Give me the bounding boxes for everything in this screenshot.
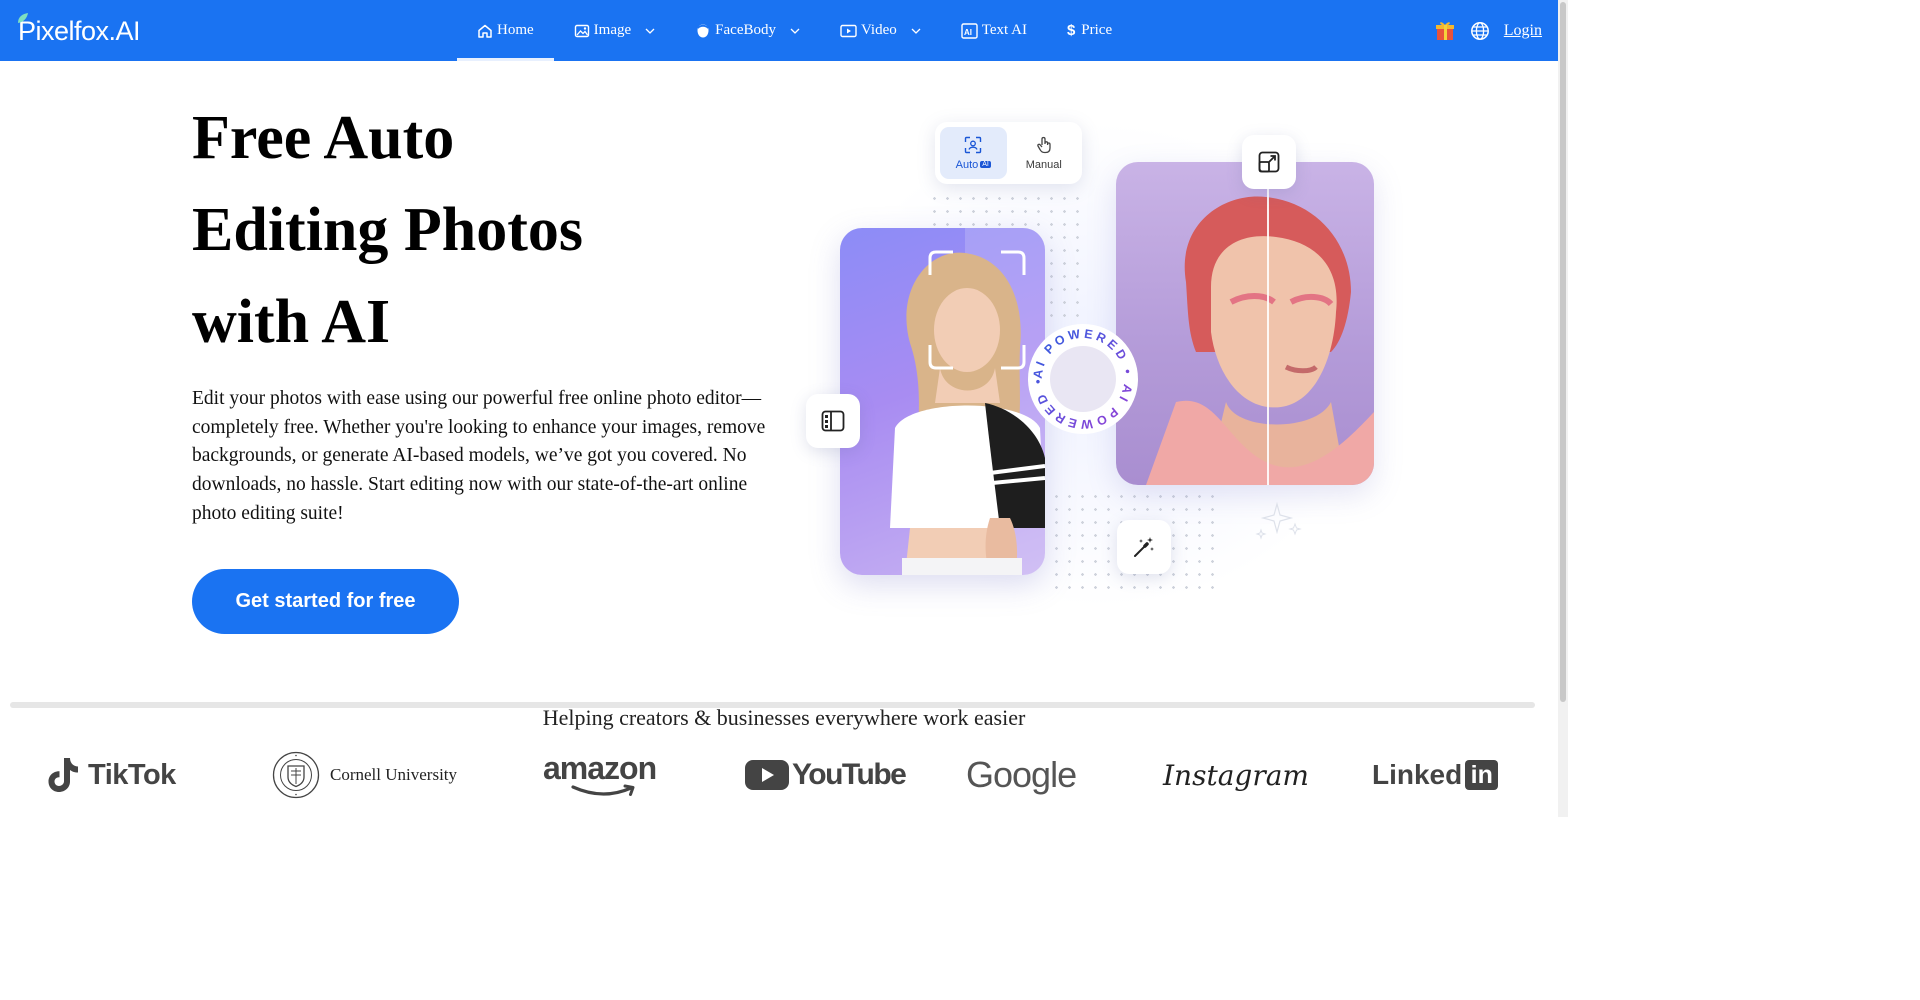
hero-illustration: Auto AI Manual AI POWERED • AI POWERED • xyxy=(790,100,1390,615)
compare-icon xyxy=(821,410,845,432)
nav-item-label: Video xyxy=(860,22,897,38)
mode-auto-label: Auto xyxy=(955,158,979,171)
nav-item-video[interactable]: Video xyxy=(820,0,941,61)
magic-wand-icon xyxy=(1134,537,1154,557)
nav-item-label: Home xyxy=(497,22,534,38)
vertical-scrollbar[interactable] xyxy=(1558,0,1568,817)
svg-text:AI: AI xyxy=(964,28,972,37)
youtube-logo: YouTube xyxy=(745,745,907,805)
nav-item-image[interactable]: Image xyxy=(554,0,675,61)
hero-description: Edit your photos with ease using our pow… xyxy=(192,388,766,524)
expand-icon xyxy=(1258,151,1280,173)
hero-title-line: with AI xyxy=(192,288,391,356)
dollar-icon: $ xyxy=(1066,22,1076,39)
leaf-icon xyxy=(18,13,28,23)
image-icon xyxy=(574,24,589,37)
nav-item-label: Image xyxy=(593,22,632,38)
face-detection-frame xyxy=(928,250,1026,370)
scrollbar-thumb[interactable] xyxy=(1560,2,1566,702)
tiktok-logo: TikTok xyxy=(46,745,176,805)
hand-pointer-icon xyxy=(1036,136,1051,153)
compare-button[interactable] xyxy=(806,394,860,448)
tiktok-icon xyxy=(48,758,78,792)
partners-heading: Helping creators & businesses everywhere… xyxy=(542,705,1026,730)
mode-manual-button[interactable]: Manual xyxy=(1011,127,1078,179)
linkedin-in-box: in xyxy=(1465,760,1499,790)
login-link[interactable]: Login xyxy=(1504,22,1542,40)
cornell-label: Cornell University xyxy=(330,765,458,784)
home-icon xyxy=(478,24,492,38)
youtube-play-icon xyxy=(745,760,789,790)
magic-wand-button[interactable] xyxy=(1117,520,1171,574)
partner-logos: TikTok Cornell University amazon YouTube… xyxy=(0,745,1568,805)
hero-title-line: Free Auto xyxy=(192,104,455,172)
brand-name: Pixelfox.AI xyxy=(18,16,141,46)
chevron-down-icon xyxy=(790,28,800,34)
face-scan-icon xyxy=(965,136,982,153)
page: Pixelfox.AI Home Image FaceBody Video AI… xyxy=(0,0,1568,817)
amazon-logo: amazon xyxy=(543,745,657,805)
mode-toggle: Auto AI Manual xyxy=(935,122,1082,184)
nav-item-label: Text AI xyxy=(981,22,1027,38)
instagram-logo: Instagram xyxy=(1163,745,1309,805)
nav-item-label: FaceBody xyxy=(715,22,776,38)
face-icon xyxy=(697,24,709,37)
text-ai-icon: AI xyxy=(961,22,978,39)
linkedin-logo: Linked in xyxy=(1372,745,1499,805)
after-photo-card xyxy=(1116,162,1374,485)
chevron-down-icon xyxy=(645,28,655,34)
hero-title: Free Auto Editing Photos with AI xyxy=(192,92,752,368)
youtube-label: YouTube xyxy=(792,758,907,791)
nav-item-label: Price xyxy=(1081,22,1113,38)
nav-item-home[interactable]: Home xyxy=(457,0,554,61)
top-nav: Pixelfox.AI Home Image FaceBody Video AI… xyxy=(0,0,1558,61)
hero-title-line: Editing Photos xyxy=(192,196,584,264)
google-label: Google xyxy=(966,754,1077,795)
amazon-smile-icon xyxy=(571,784,635,796)
nav-item-text-ai[interactable]: AI Text AI xyxy=(941,0,1047,61)
gift-icon[interactable] xyxy=(1434,20,1456,42)
mode-auto-button[interactable]: Auto AI xyxy=(940,127,1007,179)
sparkle-icon xyxy=(1255,501,1302,540)
portrait-woman-red-hair xyxy=(1146,162,1374,485)
linkedin-label: Linked xyxy=(1372,759,1463,790)
nav-item-price[interactable]: $ Price xyxy=(1047,0,1132,61)
chevron-down-icon xyxy=(911,28,921,34)
expand-button[interactable] xyxy=(1242,135,1296,189)
ai-powered-badge: AI POWERED • AI POWERED • xyxy=(1028,324,1138,434)
nav-menu: Home Image FaceBody Video AI Text AI $ P… xyxy=(457,0,1132,61)
brand-logo[interactable]: Pixelfox.AI xyxy=(18,13,141,47)
instagram-label: Instagram xyxy=(1163,758,1309,792)
mode-auto-label-wrap: Auto AI xyxy=(956,159,991,171)
nav-right: Login xyxy=(1434,0,1542,61)
video-icon xyxy=(840,24,857,37)
mode-manual-label: Manual xyxy=(1025,158,1062,171)
ai-chip: AI xyxy=(980,161,991,169)
cornell-logo: Cornell University xyxy=(272,745,457,805)
google-logo: Google xyxy=(966,745,1077,805)
cornell-seal-icon xyxy=(272,751,320,799)
get-started-button[interactable]: Get started for free xyxy=(192,569,459,634)
amazon-label: amazon xyxy=(543,750,657,786)
tiktok-label: TikTok xyxy=(88,758,176,791)
nav-item-facebody[interactable]: FaceBody xyxy=(675,0,820,61)
globe-icon[interactable] xyxy=(1470,21,1490,41)
